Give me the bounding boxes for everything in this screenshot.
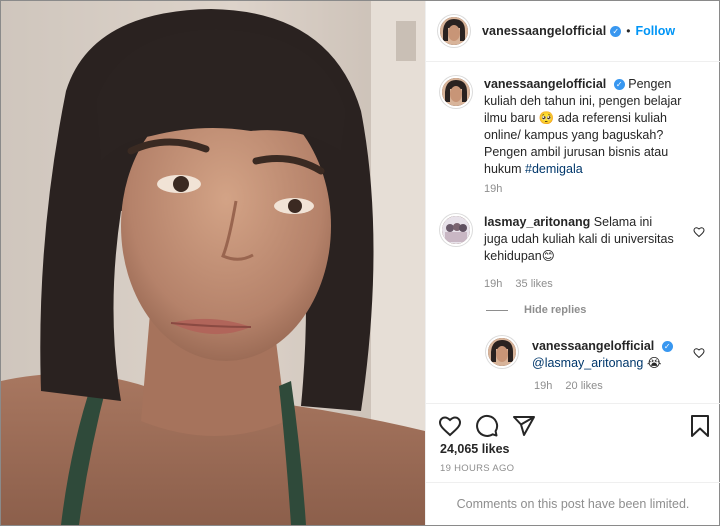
caption-avatar[interactable] xyxy=(440,76,472,108)
reply-verified-icon: ✓ xyxy=(661,341,673,353)
caption-body: vanessaangelofficial ✓ Pengen kuliah deh… xyxy=(484,76,694,178)
comment-item: lasmay_aritonang Selama ini juga udah ku… xyxy=(440,214,710,294)
comment-time[interactable]: 19h xyxy=(484,278,502,290)
commenter-username[interactable]: lasmay_aritonang xyxy=(484,215,590,229)
post-photo[interactable] xyxy=(1,1,425,525)
comments-limited-notice: Comments on this post have been limited. xyxy=(426,482,720,525)
commenter-avatar[interactable] xyxy=(440,214,472,246)
reply-meta: 19h 20 likes xyxy=(534,380,613,392)
post-header: vanessaangelofficial ✓ • Follow xyxy=(426,1,720,62)
likes-count[interactable]: 24,065 likes xyxy=(440,442,510,456)
action-bar xyxy=(426,403,720,445)
hide-replies-button[interactable]: Hide replies xyxy=(486,304,586,316)
comment-meta: 19h 35 likes xyxy=(484,278,563,290)
caption-time[interactable]: 19h xyxy=(484,183,502,195)
comments-section[interactable]: vanessaangelofficial ✓ Pengen kuliah deh… xyxy=(426,63,720,403)
heart-icon[interactable] xyxy=(438,414,462,438)
caption: vanessaangelofficial ✓ Pengen kuliah deh… xyxy=(440,76,710,216)
replies-divider xyxy=(486,309,508,311)
reply-item: vanessaangelofficial ✓ @lasmay_aritonang… xyxy=(486,336,710,396)
share-icon[interactable] xyxy=(512,414,536,438)
comment-body: lasmay_aritonang Selama ini juga udah ku… xyxy=(484,214,674,265)
reply-like-heart-icon[interactable] xyxy=(693,347,705,359)
reply-username[interactable]: vanessaangelofficial xyxy=(532,339,654,353)
comment-likes[interactable]: 35 likes xyxy=(515,278,552,290)
bookmark-icon[interactable] xyxy=(688,414,712,438)
hide-replies-label: Hide replies xyxy=(524,304,587,316)
selfie-image xyxy=(1,1,425,525)
caption-username[interactable]: vanessaangelofficial xyxy=(484,77,606,91)
caption-hashtag[interactable]: #demigala xyxy=(525,162,583,176)
post-sidebar: vanessaangelofficial ✓ • Follow vanessaa… xyxy=(425,1,720,525)
separator-dot: • xyxy=(626,24,631,38)
reply-time[interactable]: 19h xyxy=(534,380,552,392)
follow-button[interactable]: Follow xyxy=(635,24,675,38)
reply-body: vanessaangelofficial ✓ @lasmay_aritonang… xyxy=(532,338,682,372)
reply-emoji: 😭 xyxy=(646,356,662,370)
reply-avatar[interactable] xyxy=(486,336,518,368)
post-timestamp[interactable]: 19 HOURS AGO xyxy=(440,463,514,474)
comment-like-heart-icon[interactable] xyxy=(693,226,705,238)
caption-meta: 19h xyxy=(484,183,512,195)
author-username[interactable]: vanessaangelofficial xyxy=(482,24,606,38)
author-avatar[interactable] xyxy=(438,15,470,47)
reply-mention[interactable]: @lasmay_aritonang xyxy=(532,356,643,370)
reply-likes[interactable]: 20 likes xyxy=(565,380,602,392)
verified-badge-icon: ✓ xyxy=(610,25,622,37)
caption-verified-icon: ✓ xyxy=(613,79,625,91)
comment-icon[interactable] xyxy=(475,414,499,438)
